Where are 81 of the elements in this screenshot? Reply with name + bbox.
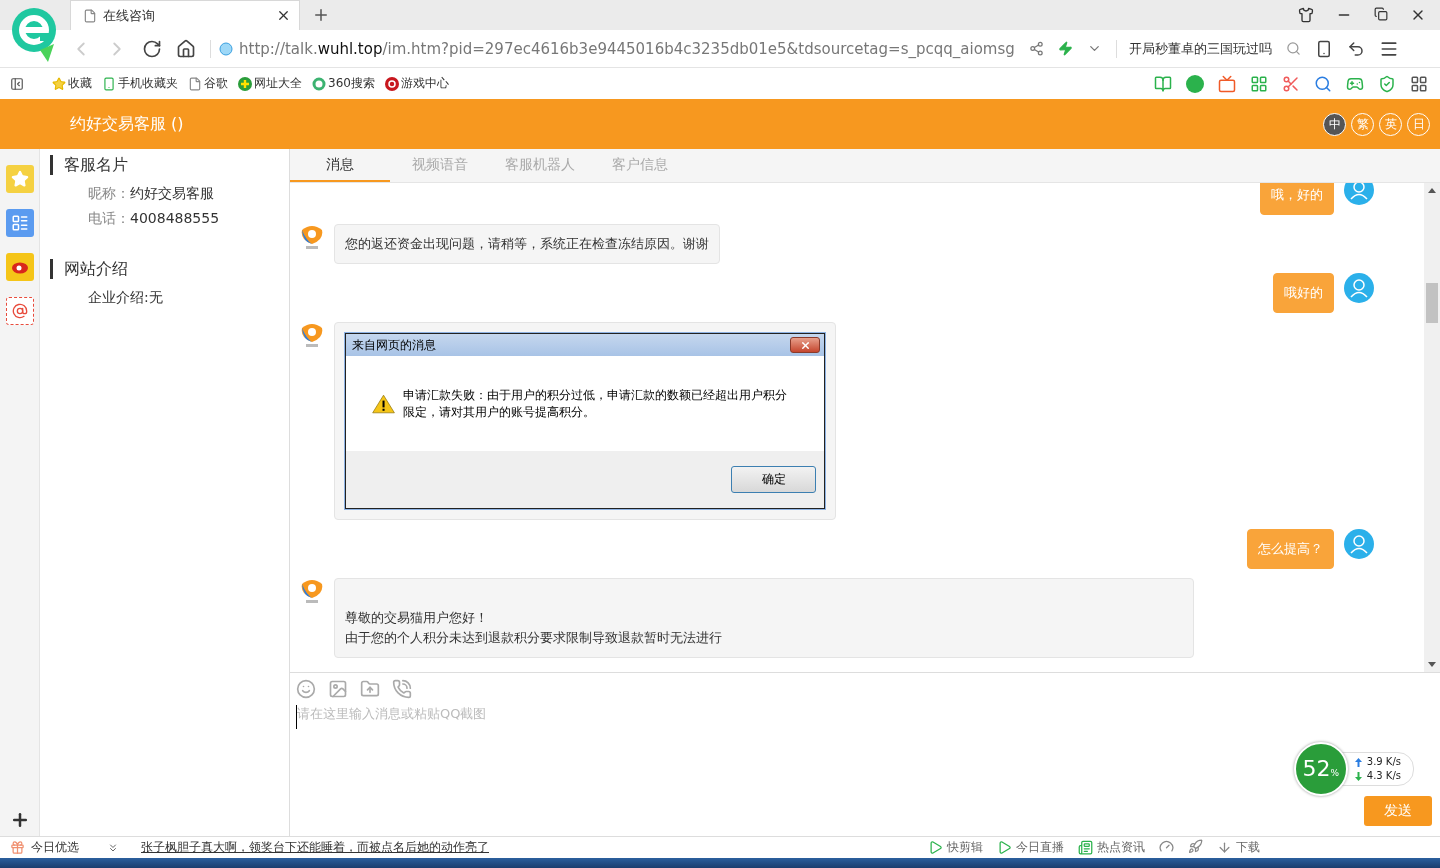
- gift-icon: [10, 840, 25, 855]
- reload-icon[interactable]: [142, 38, 162, 59]
- browser-tab[interactable]: 在线咨询: [70, 0, 300, 30]
- chat-bubble: 怎么提高？: [1247, 529, 1334, 569]
- bookmark-item[interactable]: 收藏: [52, 75, 92, 92]
- undo-icon[interactable]: [1346, 39, 1365, 58]
- agent-avatar: [300, 578, 324, 604]
- info-field: 电话：4008488555: [50, 206, 289, 231]
- plus-circle-icon: [238, 76, 252, 91]
- network-meter[interactable]: 52%: [1293, 742, 1348, 796]
- search-icon[interactable]: [1314, 74, 1332, 93]
- footer-label[interactable]: 今日优选: [31, 839, 101, 856]
- news-link[interactable]: 张子枫胆子真大啊，领奖台下还能睡着，而被点名后她的动作亮了: [141, 839, 489, 856]
- upload-icon[interactable]: [360, 679, 380, 699]
- scissors-icon[interactable]: [1282, 74, 1300, 93]
- news-icon: [1078, 840, 1093, 855]
- bookmark-item[interactable]: 网址大全: [238, 75, 302, 92]
- home-icon[interactable]: [176, 38, 196, 59]
- download-icon: [1217, 840, 1232, 855]
- scrollbar[interactable]: [1424, 183, 1440, 672]
- sidebar-toggle-icon[interactable]: [10, 76, 24, 91]
- user-avatar: [1344, 273, 1374, 303]
- chat-bubble: 哦好的: [1273, 273, 1334, 313]
- close-icon: [799, 339, 811, 351]
- site-icon: [219, 41, 233, 56]
- bookmark-item[interactable]: 360搜索: [312, 75, 375, 92]
- chat-bubble: 您的返还资金出现问题，请稍等，系统正在检查冻结原因。谢谢: [334, 224, 720, 264]
- search-icon[interactable]: [1285, 41, 1301, 56]
- ok-button[interactable]: 确定: [731, 466, 816, 493]
- image-icon[interactable]: [328, 679, 348, 699]
- dialog-title: 来自网页的消息: [352, 337, 436, 354]
- book-icon[interactable]: [1154, 74, 1172, 93]
- tv-icon[interactable]: [1218, 74, 1236, 93]
- page-icon: [83, 8, 97, 23]
- upload-arrow-icon: [1354, 757, 1362, 767]
- play-icon: [928, 840, 943, 855]
- info-field: 昵称：约好交易客服: [50, 181, 289, 206]
- chat-bubble: 尊敬的交易猫用户您好！ 由于您的个人积分未达到退款积分要求限制导致退款暂时无法进行: [334, 578, 1194, 658]
- star-icon: [52, 76, 66, 91]
- chat-title: 约好交易客服 (): [70, 113, 184, 135]
- footer-item[interactable]: 热点资讯: [1078, 839, 1145, 856]
- search-field[interactable]: 开局秒董卓的三国玩过吗: [1115, 39, 1301, 58]
- dialog-message: 申请汇款失败：由于用户的积分过低，申请汇款的数额已经超出用户积分限定，请对其用户的账号提高积分。: [403, 386, 789, 421]
- new-tab-icon[interactable]: [312, 6, 330, 24]
- rocket-icon[interactable]: [1188, 839, 1203, 854]
- restore-icon[interactable]: [1374, 7, 1388, 21]
- list-icon[interactable]: [5, 209, 34, 237]
- section-heading: 网站介绍: [50, 259, 289, 279]
- agent-avatar: [300, 224, 324, 250]
- bookmark-item[interactable]: 谷歌: [188, 75, 228, 92]
- page-icon: [188, 76, 202, 91]
- grid-icon[interactable]: [1250, 74, 1268, 93]
- chevrons-icon[interactable]: [107, 841, 119, 854]
- footer-item[interactable]: 下载: [1217, 839, 1260, 856]
- emoji-icon[interactable]: [296, 679, 316, 699]
- lightning-icon[interactable]: [1057, 41, 1073, 56]
- footer-item[interactable]: 今日直播: [997, 839, 1064, 856]
- ring-icon: [312, 76, 326, 91]
- address-field[interactable]: http://talk.wuhl.top/im.htm?pid=297ec4616b3e9445016b4c3235db01e5&tdsourcetag=s_pcqq_aiomsg: [210, 39, 1015, 58]
- language-button[interactable]: 中: [1323, 112, 1346, 136]
- at-sign-icon[interactable]: [5, 297, 34, 325]
- game-badge-icon: [384, 76, 399, 91]
- chat-bubble: 哦，好的: [1260, 183, 1334, 215]
- info-field: 企业介绍:无: [50, 285, 289, 310]
- bookmark-item[interactable]: 手机收藏夹: [102, 75, 178, 92]
- shirt-icon[interactable]: [1298, 7, 1314, 23]
- gauge-icon[interactable]: [1159, 839, 1174, 854]
- phone-call-icon[interactable]: [392, 679, 412, 699]
- bookmark-item[interactable]: 游戏中心: [384, 75, 449, 92]
- download-arrow-icon: [1354, 771, 1362, 781]
- chat-tab[interactable]: 消息: [290, 149, 390, 182]
- user-avatar: [1344, 529, 1374, 559]
- share-icon[interactable]: [1028, 41, 1044, 56]
- close-button[interactable]: [790, 337, 820, 353]
- shield-icon[interactable]: [1378, 74, 1396, 93]
- footer-item[interactable]: 快剪辑: [928, 839, 983, 856]
- apps-icon[interactable]: [1410, 74, 1428, 93]
- close-icon[interactable]: [276, 8, 291, 23]
- agent-avatar: [300, 322, 324, 348]
- eye-icon[interactable]: [5, 253, 34, 281]
- phone-icon: [102, 76, 116, 91]
